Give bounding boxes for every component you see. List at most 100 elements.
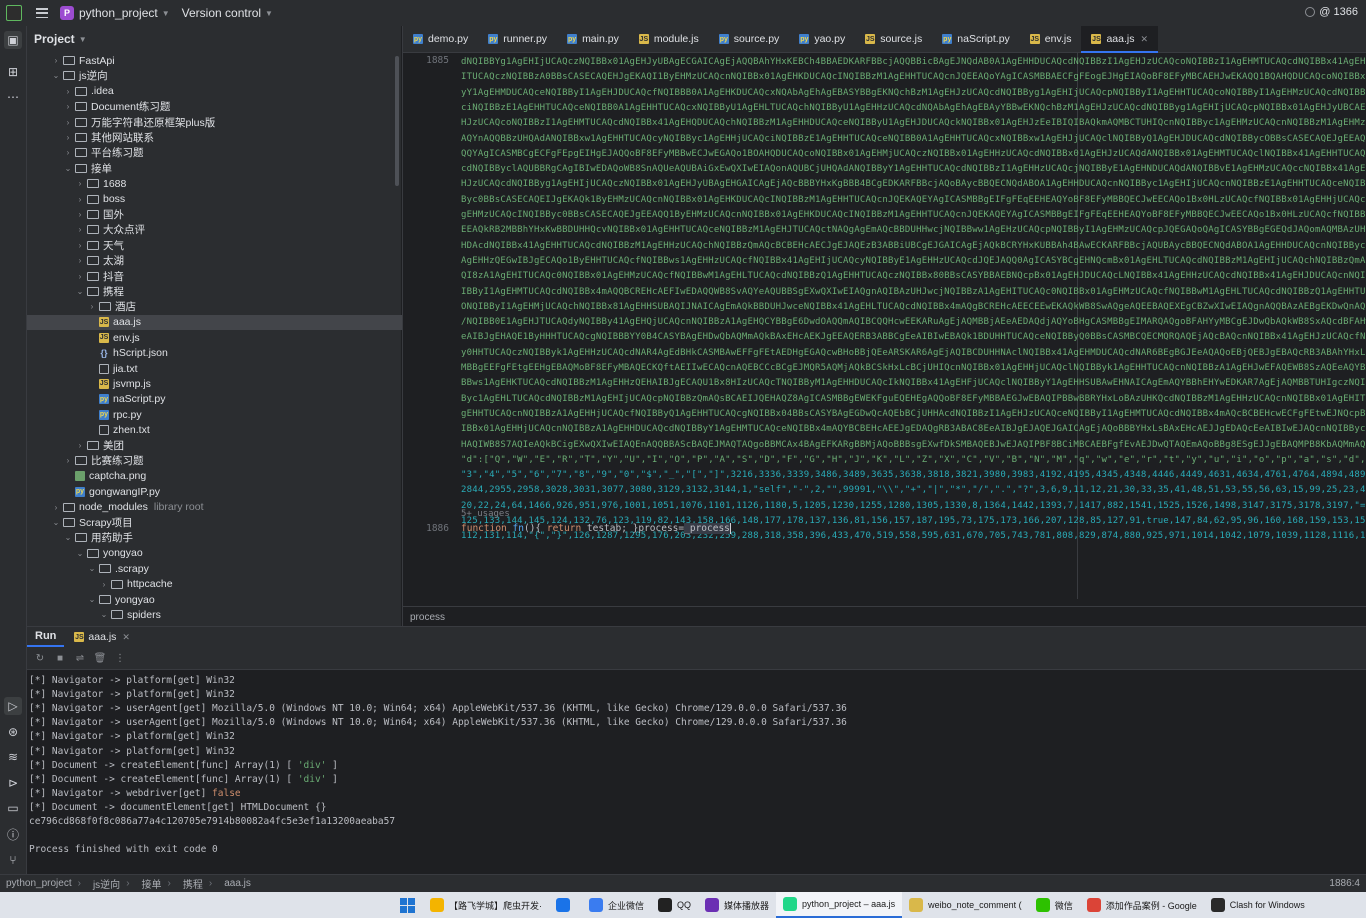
soft-wrap-icon[interactable]: ⇌ <box>73 651 87 665</box>
windows-start-icon[interactable] <box>400 897 415 913</box>
tree-item[interactable]: › 万能字符串还原框架plus版 <box>27 115 437 130</box>
rerun-icon[interactable]: ↻ <box>33 651 47 665</box>
tree-item[interactable]: › 比赛练习题 <box>27 453 437 468</box>
chevron-right-icon[interactable]: › <box>75 195 85 204</box>
main-menu-icon[interactable] <box>36 8 48 18</box>
chevron-right-icon[interactable]: › <box>51 56 61 65</box>
usages-hint[interactable]: 5+ usages <box>461 509 510 519</box>
close-icon[interactable]: ✕ <box>1140 34 1148 45</box>
taskbar-item[interactable]: 【路飞学城】爬虫开发· <box>423 892 549 918</box>
status-breadcrumb[interactable]: js逆向 <box>93 876 120 891</box>
tree-item[interactable]: ⌄ yongyao <box>27 592 461 607</box>
more-icon[interactable]: ⋮ <box>113 651 127 665</box>
tree-item[interactable]: py rpc.py <box>27 407 461 422</box>
chevron-right-icon[interactable]: › <box>75 241 85 250</box>
tree-item[interactable]: ⌄ Scrapy项目 <box>27 515 425 530</box>
tree-item[interactable]: › 天气 <box>27 238 449 253</box>
clear-icon[interactable]: 🗑 <box>93 651 107 665</box>
tree-item[interactable]: › 美团 <box>27 438 449 453</box>
chevron-right-icon[interactable]: › <box>51 503 61 512</box>
project-panel-header[interactable]: Project ▼ <box>27 26 401 52</box>
taskbar-item[interactable] <box>549 892 582 918</box>
chevron-right-icon[interactable]: › <box>75 225 85 234</box>
tree-item[interactable]: › FastApi <box>27 53 425 68</box>
editor-tab[interactable]: JS source.js <box>855 26 932 52</box>
editor-tab[interactable]: py source.py <box>709 26 790 52</box>
tree-item[interactable]: ⌄ yongyao <box>27 546 449 561</box>
editor-tab[interactable]: py naScript.py <box>932 26 1020 52</box>
tree-item[interactable]: zhen.txt <box>27 423 461 438</box>
editor-tab[interactable]: JS env.js <box>1020 26 1082 52</box>
cursor-position[interactable]: 1886:4 <box>1329 878 1360 889</box>
project-folder-icon[interactable]: ▣ <box>4 31 22 49</box>
tree-item[interactable]: ⌄ js逆向 <box>27 68 425 83</box>
ide-logo-icon[interactable] <box>6 5 22 21</box>
chevron-down-icon[interactable]: ⌄ <box>63 533 73 542</box>
chevron-right-icon[interactable]: › <box>63 133 73 142</box>
chevron-right-icon[interactable]: › <box>63 456 73 465</box>
tree-item[interactable]: › boss <box>27 192 449 207</box>
editor-tab[interactable]: JS aaa.js ✕ <box>1081 26 1159 53</box>
console-output[interactable]: [*] Navigator -> platform[get] Win32 [*] … <box>27 671 1366 875</box>
chevron-right-icon[interactable]: › <box>75 441 85 450</box>
chevron-down-icon[interactable]: ⌄ <box>75 549 85 558</box>
tree-item[interactable]: py naScript.py <box>27 392 461 407</box>
tree-item[interactable]: › node_modules library root <box>27 500 425 515</box>
taskbar-item[interactable]: 企业微信 <box>582 892 651 918</box>
version-control-menu[interactable]: Version control ▼ <box>182 6 273 20</box>
chevron-down-icon[interactable]: ⌄ <box>87 595 97 604</box>
chevron-down-icon[interactable]: ⌄ <box>87 564 97 573</box>
more-icon[interactable]: ⋯ <box>4 88 22 106</box>
chevron-down-icon[interactable]: ⌄ <box>51 518 61 527</box>
tree-item[interactable]: › 平台练习题 <box>27 145 437 160</box>
chevron-right-icon[interactable]: › <box>63 148 73 157</box>
tree-item[interactable]: ⌄ 携程 <box>27 284 449 299</box>
layers-icon[interactable]: ≋ <box>4 748 22 766</box>
run-tab-title[interactable]: Run <box>27 627 65 647</box>
tree-item[interactable]: ⌄ 用药助手 <box>27 530 437 545</box>
tree-item[interactable]: › 1688 <box>27 176 449 191</box>
taskbar-item[interactable]: weibo_note_comment ( <box>902 892 1029 918</box>
status-breadcrumb[interactable]: python_project <box>6 878 72 889</box>
chevron-down-icon[interactable]: ⌄ <box>63 164 73 173</box>
editor-breadcrumb[interactable]: process <box>403 606 1366 627</box>
taskbar-item[interactable]: 添加作品案例 - Google <box>1080 892 1204 918</box>
status-breadcrumb[interactable]: 携程 <box>183 876 203 891</box>
chevron-right-icon[interactable]: › <box>75 179 85 188</box>
status-breadcrumb[interactable]: 接单 <box>142 876 162 891</box>
tree-item[interactable]: › 大众点评 <box>27 222 449 237</box>
chevron-down-icon[interactable]: ⌄ <box>75 287 85 296</box>
chevron-down-icon[interactable]: ⌄ <box>51 71 61 80</box>
tree-item[interactable]: jia.txt <box>27 361 461 376</box>
editor-tab[interactable]: py runner.py <box>478 26 557 52</box>
tree-item[interactable]: › 酒店 <box>27 299 461 314</box>
chevron-right-icon[interactable]: › <box>75 210 85 219</box>
tree-item[interactable]: › 其他网站联系 <box>27 130 437 145</box>
tree-item[interactable]: › .idea <box>27 84 437 99</box>
git-icon[interactable]: ⑂ <box>4 851 22 869</box>
problems-icon[interactable]: ⓘ <box>4 825 22 843</box>
code-view[interactable]: dNQIBBYg1AgEHIjUCAQczNQIBBx01AgEHJyUBAgE… <box>461 53 1366 599</box>
tree-item[interactable]: › Document练习题 <box>27 99 437 114</box>
run-config-tab[interactable]: JS aaa.js ✕ <box>72 631 130 643</box>
editor-tab[interactable]: py main.py <box>557 26 629 52</box>
structure-icon[interactable]: ⊞ <box>4 63 22 81</box>
tree-scrollbar[interactable] <box>395 56 399 186</box>
tree-item[interactable]: JS aaa.js <box>27 314 461 330</box>
terminal-icon[interactable]: ▭ <box>4 799 22 817</box>
chevron-down-icon[interactable]: ⌄ <box>99 610 109 619</box>
project-switcher[interactable]: P python_project ▼ <box>60 6 170 20</box>
chevron-right-icon[interactable]: › <box>63 118 73 127</box>
taskbar-item[interactable]: 媒体播放器 <box>698 892 776 918</box>
tree-item[interactable]: › 国外 <box>27 207 449 222</box>
stop-icon[interactable]: ■ <box>53 651 67 665</box>
taskbar-item[interactable]: 微信 <box>1029 892 1080 918</box>
taskbar-item[interactable]: python_project – aaa.js <box>776 892 903 918</box>
tree-item[interactable]: › 抖音 <box>27 269 449 284</box>
status-breadcrumb[interactable]: aaa.js <box>224 878 251 889</box>
tree-item[interactable]: JS jsvmp.js <box>27 376 461 391</box>
chevron-right-icon[interactable]: › <box>75 272 85 281</box>
python-console-icon[interactable]: ⊛ <box>4 723 22 741</box>
taskbar-item[interactable]: QQ <box>651 892 698 918</box>
editor-tab[interactable]: py yao.py <box>789 26 855 52</box>
